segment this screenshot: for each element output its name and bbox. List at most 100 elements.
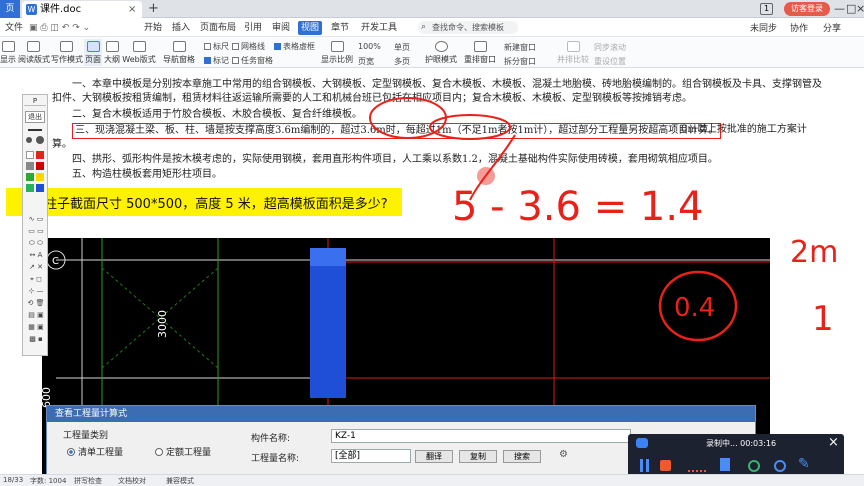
color-green[interactable] — [26, 173, 34, 181]
menu-file[interactable]: 文件 — [2, 21, 26, 35]
home-tab[interactable]: 页 — [0, 0, 20, 18]
page-indicator[interactable]: 18/33 — [3, 476, 23, 484]
spell-check[interactable]: 拼写检查 — [74, 476, 102, 486]
pen-size-small[interactable] — [26, 137, 32, 143]
split-window-button[interactable]: 拆分窗口 — [504, 56, 536, 67]
page-label: 页面 — [85, 55, 101, 64]
pen-size-large[interactable] — [36, 136, 44, 144]
show-button[interactable]: 显示 — [0, 41, 16, 65]
rearrange-window-button[interactable]: 重排窗口 — [462, 41, 498, 65]
side-by-side-icon — [566, 41, 580, 52]
gridline-checkbox[interactable]: 网格线 — [232, 41, 265, 52]
close-window-icon[interactable]: × — [856, 0, 864, 18]
color-red[interactable] — [36, 151, 44, 159]
pen-thin-line[interactable] — [28, 129, 42, 131]
reading-layout-button[interactable]: 阅读版式 — [18, 41, 50, 65]
ruler-checkbox[interactable]: 标尺 — [204, 41, 229, 52]
quick-access-icons[interactable]: ▣ ⎙ ◫ ↶ ↷ ⌄ — [26, 21, 93, 35]
side-by-side-label: 并排比较 — [557, 55, 589, 64]
minimize-icon[interactable]: — — [834, 0, 845, 18]
color-emerald[interactable] — [26, 184, 34, 192]
collaborate-button[interactable]: 协作 — [790, 21, 808, 34]
restore-icon[interactable]: □ — [846, 0, 856, 18]
search-button[interactable]: 搜索 — [503, 450, 541, 463]
zoom-100-button[interactable]: 100% — [358, 42, 381, 51]
mark-checkbox[interactable]: 标记 — [204, 55, 229, 66]
zoom-ratio-label: 显示比例 — [321, 55, 353, 64]
copy-button[interactable]: 复制 — [459, 450, 497, 463]
menu-tab-review[interactable]: 审阅 — [269, 21, 293, 35]
new-window-button[interactable]: 新建窗口 — [504, 42, 536, 53]
highlighter-icon[interactable] — [720, 458, 730, 471]
palette-exit-button[interactable]: 退出 — [25, 111, 45, 123]
paragraph-3a-boxed: 三、现浇混凝土梁、板、柱、墙是按支撑高度3.6m编制的，超过3.6m时，每超过1… — [72, 123, 722, 139]
search-icon: ⌕ — [421, 22, 427, 32]
stop-icon[interactable] — [660, 460, 671, 471]
visitor-login-button[interactable]: 访客登录 — [784, 2, 830, 16]
document-tab[interactable]: W 课件.doc × — [22, 1, 142, 18]
new-tab-button[interactable]: + — [148, 0, 159, 18]
settings-icon[interactable]: ⚙ — [559, 449, 568, 460]
writing-mode-button[interactable]: 写作模式 — [51, 41, 83, 65]
share-button[interactable]: 分享 — [823, 21, 841, 34]
zoom-ratio-button[interactable]: 显示比例 — [320, 41, 354, 65]
view-ribbon: 显示 阅读版式 写作模式 页面 大纲 Web版式 导航窗格 标尺 网格线 表格虚… — [0, 37, 864, 68]
menu-tab-chapter[interactable]: 章节 — [328, 21, 352, 35]
list-quantity-radio[interactable]: 清单工程量 — [67, 445, 123, 458]
component-name-field[interactable]: KZ-1 — [331, 429, 631, 443]
question-text: 柱子截面尺寸 500*500，高度 5 米，超高模板面积是多少? — [44, 197, 388, 212]
rearrange-icon — [473, 41, 487, 52]
menu-bar: 文件 ▣ ⎙ ◫ ↶ ↷ ⌄ 开始 插入 页面布局 引用 审阅 视图 章节 开发… — [0, 18, 864, 37]
reset-position-button[interactable]: 重设位置 — [594, 56, 626, 67]
zoom-icon — [330, 41, 344, 52]
color-gray[interactable] — [26, 162, 34, 170]
menu-tab-page-layout[interactable]: 页面布局 — [197, 21, 239, 35]
unsynced-status[interactable]: 未同步 — [750, 21, 777, 34]
page-view-button[interactable]: 页面 — [84, 39, 102, 66]
multi-page-button[interactable]: 多页 — [394, 56, 410, 67]
menu-tab-developer[interactable]: 开发工具 — [358, 21, 400, 35]
table-frame-checkbox[interactable]: 表格虚框 — [274, 41, 315, 52]
side-by-side-button[interactable]: 并排比较 — [556, 41, 590, 65]
eye-protect-button[interactable]: 护眼模式 — [424, 41, 458, 65]
color-yellow[interactable] — [36, 173, 44, 181]
menu-tab-insert[interactable]: 插入 — [169, 21, 193, 35]
task-pane-checkbox[interactable]: 任务窗格 — [232, 55, 273, 66]
menu-tab-home[interactable]: 开始 — [141, 21, 165, 35]
close-tab-icon[interactable]: × — [128, 1, 136, 18]
quota-quantity-radio[interactable]: 定额工程量 — [155, 445, 211, 458]
web-layout-button[interactable]: Web版式 — [122, 41, 156, 65]
writing-label: 写作模式 — [51, 55, 83, 64]
word-count[interactable]: 字数: 1004 — [30, 476, 66, 486]
translate-button[interactable]: 翻译 — [415, 450, 453, 463]
pen-dotted-icon[interactable] — [688, 470, 706, 472]
eye-protect-label: 护眼模式 — [425, 55, 457, 64]
menu-tab-view[interactable]: 视图 — [298, 21, 323, 35]
search-box[interactable]: ⌕ 查找命令、搜索模板 — [418, 21, 518, 34]
pen-tool-palette: P 退出 ∿ ▭ ▭ ▭ ⬭ ⬭ ↔ A ↗ ✕ ⌖ ◻ ⊹ — ⟲ 🗑 ▤ ▣ ▦ ▣ ▩ ▪ — [22, 94, 48, 356]
mark-label: 标记 — [213, 56, 229, 65]
doc-proofread[interactable]: 文档校对 — [118, 476, 146, 486]
recorder-close-icon[interactable]: × — [828, 435, 839, 450]
web-label: Web版式 — [122, 55, 156, 64]
palette-tool-icons[interactable]: ∿ ▭ ▭ ▭ ⬭ ⬭ ↔ A ↗ ✕ ⌖ ◻ ⊹ — ⟲ 🗑 ▤ ▣ ▦ ▣ ▩ ▪ — [25, 213, 47, 345]
rearrange-label: 重排窗口 — [464, 55, 496, 64]
color-white[interactable] — [26, 151, 34, 159]
page-width-button[interactable]: 页宽 — [358, 56, 374, 67]
camera-toggle-icon[interactable] — [748, 460, 760, 472]
nav-pane-button[interactable]: 导航窗格 — [162, 41, 196, 65]
color-blue[interactable] — [36, 184, 44, 192]
menu-tab-reference[interactable]: 引用 — [241, 21, 265, 35]
sync-scroll-button[interactable]: 同步滚动 — [594, 42, 626, 53]
single-page-button[interactable]: 单页 — [394, 42, 410, 53]
recording-status: 录制中... 00:03:16 — [706, 439, 777, 448]
webcam-icon[interactable] — [774, 460, 786, 472]
annotate-pen-icon[interactable]: ✎ — [798, 456, 810, 472]
color-dark-red[interactable] — [36, 162, 44, 170]
window-count-badge[interactable]: 1 — [760, 3, 773, 15]
quantity-name-select[interactable]: [全部] — [331, 449, 411, 463]
outline-button[interactable]: 大纲 — [104, 41, 120, 65]
pause-icon[interactable] — [640, 459, 643, 472]
show-icon — [1, 41, 15, 52]
ruler-label: 标尺 — [213, 42, 229, 51]
